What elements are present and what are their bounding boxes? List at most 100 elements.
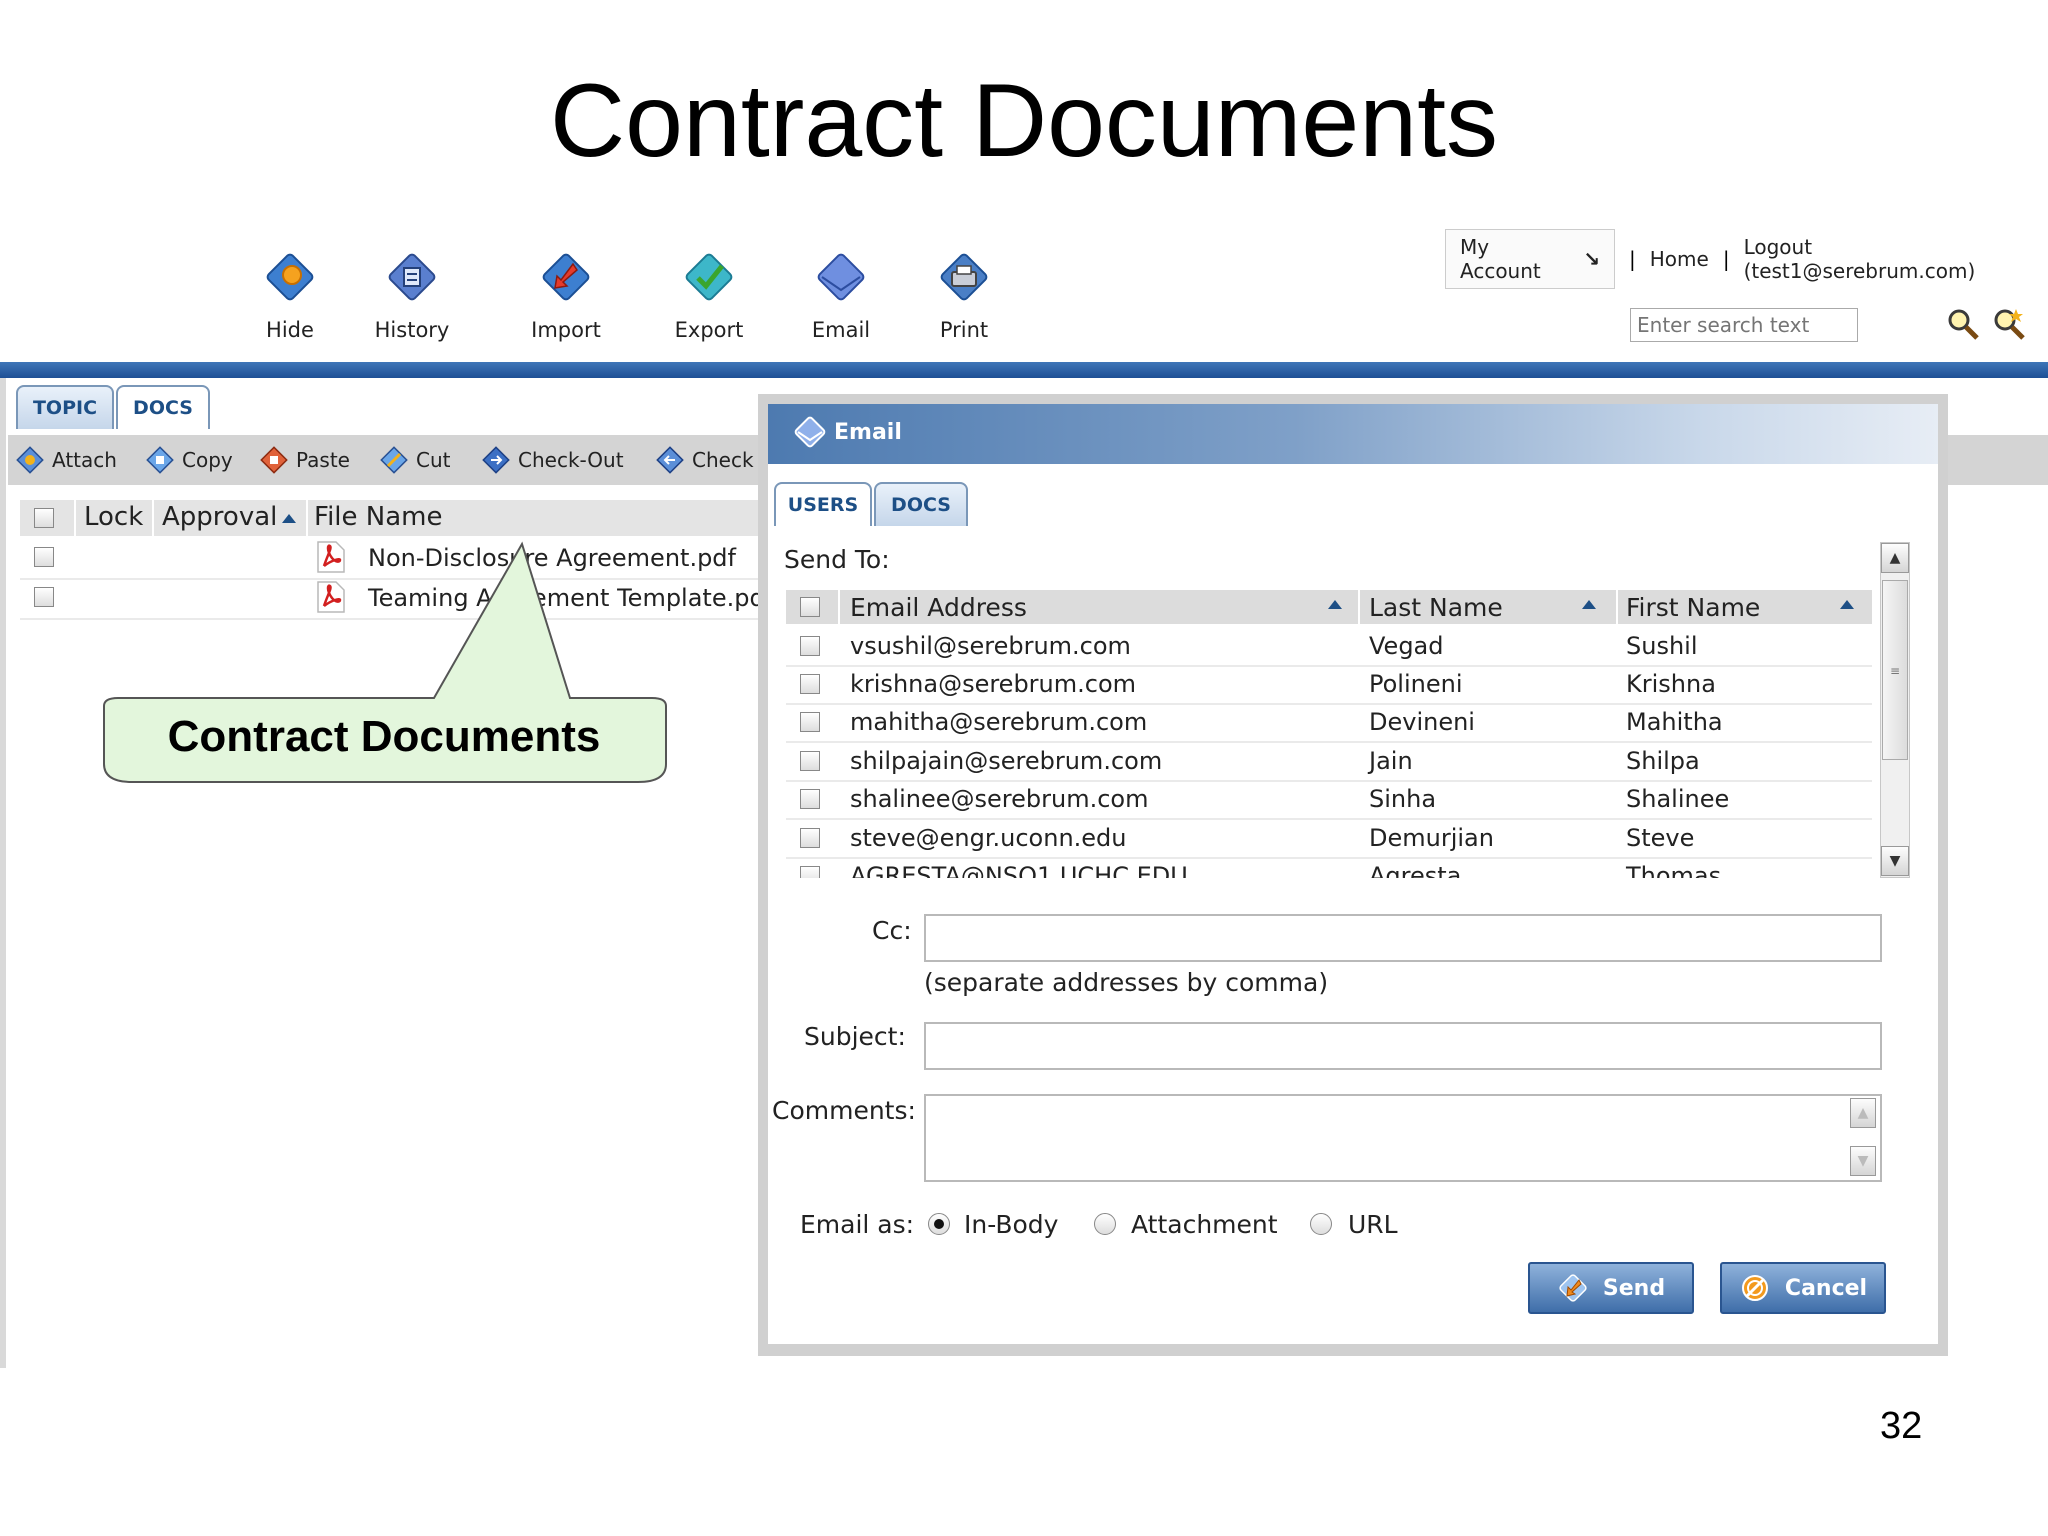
export-label: Export: [674, 318, 744, 342]
row-divider: [786, 665, 1872, 667]
cut-button[interactable]: Cut: [380, 446, 450, 474]
hide-icon: [266, 253, 314, 301]
column-lock[interactable]: Lock: [84, 502, 143, 532]
column-divider: [1358, 590, 1360, 880]
attach-icon: [16, 446, 44, 474]
send-button[interactable]: Send: [1528, 1262, 1694, 1314]
copy-button[interactable]: Copy: [146, 446, 233, 474]
cut-label: Cut: [416, 448, 451, 472]
import-icon: [542, 253, 590, 301]
print-icon: [940, 253, 988, 301]
recipient-row[interactable]: AGRESTA@NSO1.UCHC.EDU Agresta Thomas: [786, 858, 1872, 878]
attach-label: Attach: [52, 448, 117, 472]
copy-icon: [146, 446, 174, 474]
send-icon: [1559, 1274, 1587, 1302]
scroll-down-button[interactable]: ▼: [1850, 1146, 1876, 1176]
hide-button[interactable]: Hide: [235, 250, 345, 342]
my-account-menu[interactable]: My Account ↘: [1445, 229, 1615, 289]
import-label: Import: [531, 318, 601, 342]
header-divider: [0, 362, 2048, 378]
sort-ascending-icon[interactable]: [1582, 600, 1596, 609]
import-button[interactable]: Import: [511, 250, 621, 342]
column-email-address[interactable]: Email Address: [850, 593, 1027, 622]
advanced-search-icon[interactable]: [1990, 305, 2028, 343]
column-divider: [838, 590, 840, 880]
paste-label: Paste: [296, 448, 350, 472]
url-label[interactable]: URL: [1348, 1210, 1398, 1239]
row-divider: [786, 818, 1872, 820]
tab-users[interactable]: USERS: [774, 482, 872, 526]
email-dialog-title: Email: [834, 420, 902, 445]
cc-field[interactable]: [924, 914, 1882, 962]
email-address: shalinee@serebrum.com: [850, 785, 1149, 813]
separator: |: [1722, 247, 1730, 271]
paste-button[interactable]: Paste: [260, 446, 350, 474]
tab-docs[interactable]: DOCS: [874, 482, 968, 526]
check-in-button[interactable]: Check: [656, 446, 754, 474]
row-checkbox[interactable]: [34, 547, 54, 567]
cancel-button[interactable]: Cancel: [1720, 1262, 1886, 1314]
column-first-name[interactable]: First Name: [1626, 593, 1760, 622]
cancel-icon: [1741, 1275, 1768, 1301]
column-file-name[interactable]: File Name: [314, 502, 442, 532]
scroll-down-button[interactable]: ▼: [1881, 846, 1909, 876]
subject-label: Subject:: [804, 1022, 906, 1051]
select-all-checkbox[interactable]: [34, 508, 54, 528]
sort-ascending-icon[interactable]: [1328, 600, 1342, 609]
email-button[interactable]: Email: [786, 250, 896, 342]
top-links: My Account ↘ | Home | Logout (test1@sere…: [1445, 229, 2048, 289]
check-out-button[interactable]: Check-Out: [482, 446, 624, 474]
row-checkbox[interactable]: [34, 587, 54, 607]
email-as-label: Email as:: [800, 1210, 915, 1239]
search-icon[interactable]: [1944, 305, 1982, 343]
last-name: Jain: [1369, 747, 1413, 775]
last-name: Agresta: [1369, 862, 1462, 878]
first-name: Mahitha: [1626, 708, 1723, 736]
in-body-label[interactable]: In-Body: [964, 1210, 1058, 1239]
row-checkbox[interactable]: [800, 789, 820, 809]
first-name: Shilpa: [1626, 747, 1700, 775]
row-checkbox[interactable]: [800, 866, 820, 878]
home-link[interactable]: Home: [1650, 247, 1709, 271]
attach-button[interactable]: Attach: [16, 446, 117, 474]
print-button[interactable]: Print: [909, 250, 1019, 342]
row-checkbox[interactable]: [800, 674, 820, 694]
attachment-label[interactable]: Attachment: [1131, 1210, 1278, 1239]
column-approval[interactable]: Approval: [162, 502, 277, 532]
scrollbar-thumb[interactable]: ≡: [1882, 580, 1908, 760]
url-radio[interactable]: [1310, 1213, 1332, 1235]
row-checkbox[interactable]: [800, 712, 820, 732]
sort-ascending-icon[interactable]: [1840, 600, 1854, 609]
scroll-up-button[interactable]: ▲: [1850, 1098, 1876, 1128]
select-all-checkbox[interactable]: [800, 597, 820, 617]
export-button[interactable]: Export: [654, 250, 764, 342]
row-checkbox[interactable]: [800, 828, 820, 848]
separator: |: [1629, 247, 1636, 271]
attachment-radio[interactable]: [1094, 1213, 1116, 1235]
column-last-name[interactable]: Last Name: [1369, 593, 1503, 622]
subject-field[interactable]: [924, 1022, 1882, 1070]
sort-ascending-icon[interactable]: [282, 514, 296, 523]
export-icon: [685, 253, 733, 301]
email-dialog-header[interactable]: [768, 404, 1938, 464]
tab-topic[interactable]: TOPIC: [16, 385, 114, 429]
row-checkbox[interactable]: [800, 636, 820, 656]
column-divider: [1616, 590, 1618, 880]
arrow-down-right-icon: ↘: [1583, 247, 1600, 271]
row-checkbox[interactable]: [800, 751, 820, 771]
send-to-label: Send To:: [784, 545, 890, 574]
cancel-label: Cancel: [1784, 1275, 1868, 1301]
search-input[interactable]: [1630, 308, 1858, 342]
comments-field[interactable]: [924, 1094, 1882, 1182]
last-name: Vegad: [1369, 632, 1444, 660]
logout-link[interactable]: Logout (test1@serebrum.com): [1744, 235, 2048, 283]
email-icon: [817, 253, 865, 301]
scroll-up-button[interactable]: ▲: [1881, 543, 1909, 573]
in-body-radio[interactable]: [928, 1213, 950, 1235]
slide-title: Contract Documents: [550, 63, 1498, 179]
email-icon: [794, 416, 826, 448]
tab-docs[interactable]: DOCS: [116, 385, 210, 429]
my-account-label: My Account: [1460, 235, 1541, 283]
email-label: Email: [811, 318, 871, 342]
history-button[interactable]: History: [357, 250, 467, 342]
